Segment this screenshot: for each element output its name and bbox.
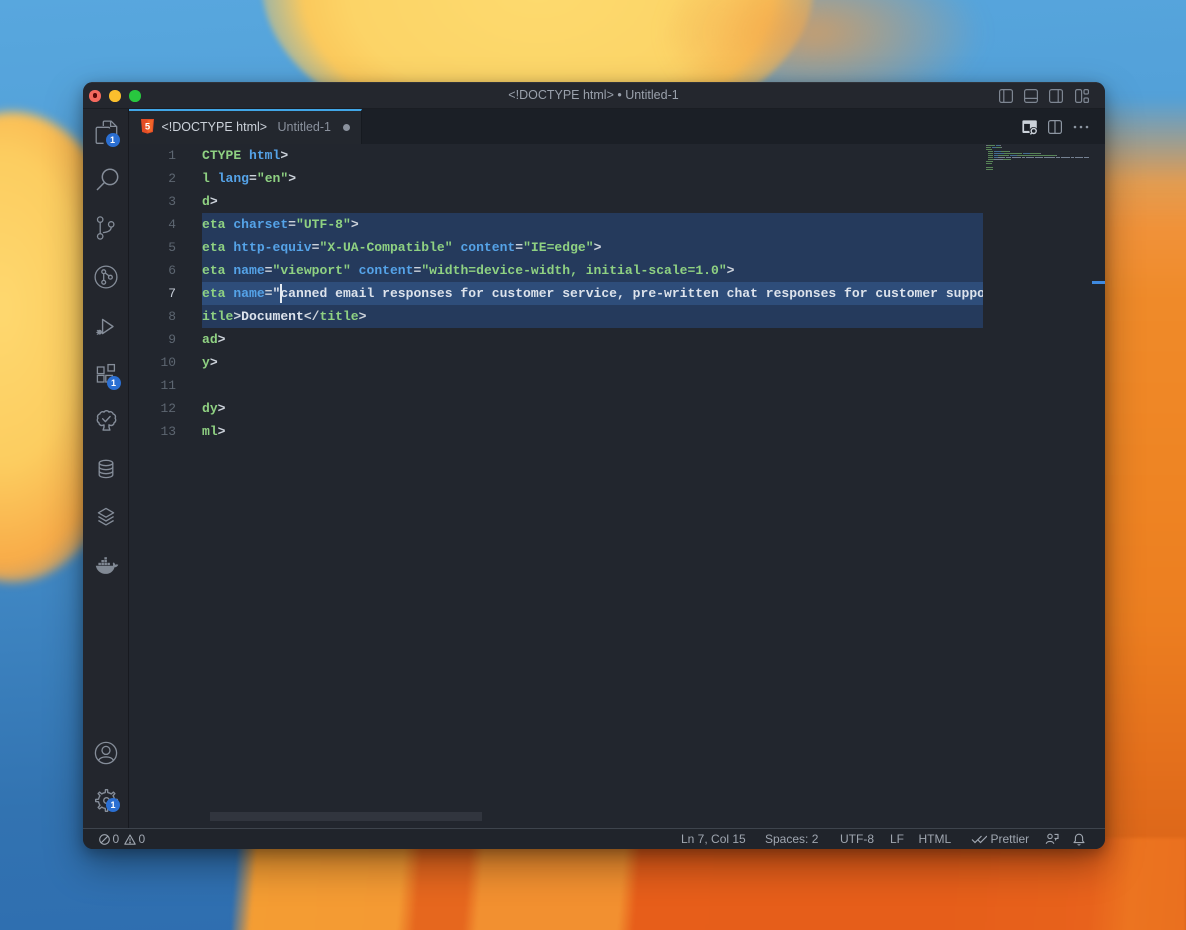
svg-text:5: 5: [144, 122, 150, 133]
